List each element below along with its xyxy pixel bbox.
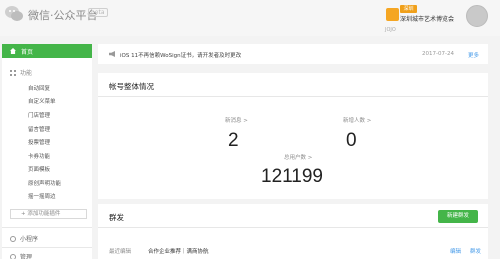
sidebar-item-shake-nearby[interactable]: 摇一摇周边: [28, 192, 56, 200]
new-messages-value: 2: [228, 130, 239, 151]
manage-icon: [10, 254, 16, 259]
notice-date: 2017-07-24: [422, 51, 454, 57]
account-badge: 深圳: [400, 5, 417, 13]
edit-link[interactable]: 编辑: [450, 247, 461, 255]
wechat-logo-icon[interactable]: [4, 4, 24, 24]
total-users-value: 121199: [261, 166, 323, 187]
account-overview-panel: 帐号整体情况 新消息 > 2 新增人数 > 0 总用户数 > 121199: [98, 73, 488, 199]
top-bar: 微信·公众平台 beta 深圳 深圳城市艺术博览会 JOJO: [0, 0, 500, 36]
account-avatar[interactable]: [386, 8, 399, 21]
new-followers-value: 0: [346, 130, 357, 151]
user-name: JOJO: [385, 27, 396, 33]
link-icon: [10, 236, 16, 242]
sidebar-item-manage[interactable]: 管理: [10, 252, 32, 259]
sidebar-item-home[interactable]: 首页: [2, 44, 92, 58]
sidebar-item-label: 小程序: [20, 236, 39, 243]
notice-more-link[interactable]: 更多: [468, 51, 479, 59]
notice-bar: iOS 11不再信赖WoSign证书，请开发者及时更改 2017-07-24 更…: [98, 44, 488, 64]
sidebar-item-card-coupon[interactable]: 卡券功能: [28, 152, 50, 160]
sidebar-item-original-declaration[interactable]: 原创声明功能: [28, 179, 61, 187]
sidebar-item-label: 首页: [21, 49, 34, 56]
sidebar-group-features: 功能: [10, 68, 32, 77]
panel-title: 群发: [109, 213, 124, 222]
beta-badge: beta: [88, 8, 108, 17]
sidebar-group-label: 功能: [20, 70, 33, 77]
total-users-link[interactable]: 总用户数 >: [284, 153, 312, 161]
add-plugin-button[interactable]: + 添加功能插件: [10, 209, 87, 219]
new-mass-message-button[interactable]: 新建群发: [438, 210, 478, 223]
sidebar-item-auto-reply[interactable]: 自动回复: [28, 84, 50, 92]
sidebar-item-comment-management[interactable]: 留言管理: [28, 125, 50, 133]
user-avatar[interactable]: [466, 5, 488, 27]
panel-header: 群发 新建群发: [98, 204, 488, 228]
sidebar-item-store-management[interactable]: 门店管理: [28, 111, 50, 119]
sidebar-item-label: 管理: [20, 254, 33, 259]
sidebar-divider: [2, 227, 92, 228]
panel-header: 帐号整体情况: [98, 73, 488, 97]
sidebar-item-custom-menu[interactable]: 自定义菜单: [28, 97, 56, 105]
grid-icon: [10, 70, 16, 76]
home-icon: [10, 48, 16, 54]
sidebar-divider: [2, 247, 92, 248]
new-messages-link[interactable]: 新消息 >: [225, 116, 248, 124]
sidebar-item-page-template[interactable]: 页面模板: [28, 165, 50, 173]
new-followers-link[interactable]: 新增人数 >: [343, 116, 371, 124]
recent-edit-label: 最近编辑: [109, 249, 132, 255]
recent-message-title[interactable]: 合作企业推荐｜满商协航: [148, 247, 209, 255]
send-link[interactable]: 群发: [470, 247, 481, 255]
account-name[interactable]: 深圳城市艺术博览会: [400, 14, 454, 23]
sidebar-item-vote-management[interactable]: 投票管理: [28, 138, 50, 146]
panel-title: 帐号整体情况: [109, 82, 154, 91]
speaker-icon: [109, 51, 115, 57]
sidebar: 首页 功能 自动回复 自定义菜单 门店管理 留言管理 投票管理 卡券功能 页面模…: [2, 44, 92, 259]
sidebar-item-mini-program[interactable]: 小程序: [10, 234, 38, 243]
notice-text[interactable]: iOS 11不再信赖WoSign证书，请开发者及时更改: [120, 51, 241, 59]
mass-message-panel: 群发 新建群发 最近编辑 合作企业推荐｜满商协航 编辑 群发: [98, 204, 488, 259]
